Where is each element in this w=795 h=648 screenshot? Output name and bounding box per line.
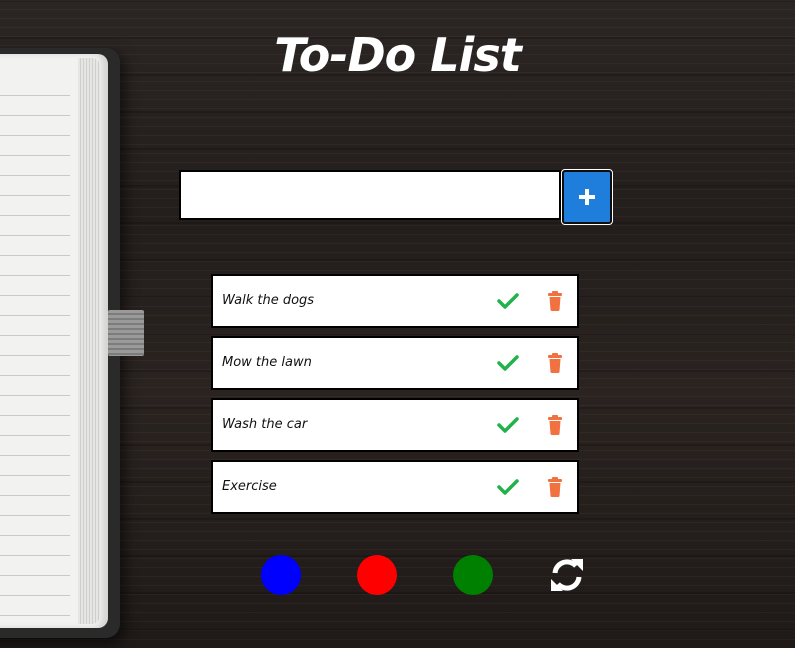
theme-blue-button[interactable]	[261, 555, 301, 595]
notebook-decoration	[0, 48, 144, 638]
notebook-page-edges	[78, 58, 100, 624]
todo-input[interactable]	[179, 170, 561, 220]
todo-item: Mow the lawn	[211, 336, 579, 390]
todo-item: Walk the dogs	[211, 274, 579, 328]
todo-list: Walk the dogs Mow the lawn Wash the car …	[211, 274, 579, 522]
check-icon	[497, 293, 519, 309]
todo-item: Wash the car	[211, 398, 579, 452]
page-title: To-Do List	[274, 28, 521, 82]
theme-red-button[interactable]	[357, 555, 397, 595]
theme-green-button[interactable]	[453, 555, 493, 595]
notebook-elastic-band	[108, 310, 144, 356]
add-todo-form	[179, 170, 613, 224]
check-icon	[497, 417, 519, 433]
trash-icon	[548, 415, 562, 435]
trash-icon	[548, 291, 562, 311]
delete-button[interactable]	[542, 474, 568, 500]
delete-button[interactable]	[542, 412, 568, 438]
notebook-lines	[0, 76, 70, 616]
complete-button[interactable]	[495, 350, 521, 376]
notebook-pages	[0, 54, 108, 628]
complete-button[interactable]	[495, 474, 521, 500]
plus-icon	[579, 189, 595, 205]
todo-text: Walk the dogs	[222, 293, 315, 308]
todo-text: Mow the lawn	[222, 355, 312, 370]
delete-button[interactable]	[542, 350, 568, 376]
complete-button[interactable]	[495, 412, 521, 438]
trash-icon	[548, 477, 562, 497]
trash-icon	[548, 353, 562, 373]
check-icon	[497, 479, 519, 495]
todo-text: Exercise	[222, 479, 277, 494]
todo-item: Exercise	[211, 460, 579, 514]
theme-selector	[0, 555, 795, 595]
complete-button[interactable]	[495, 288, 521, 314]
todo-text: Wash the car	[222, 417, 308, 432]
check-icon	[497, 355, 519, 371]
add-button[interactable]	[562, 170, 612, 224]
refresh-button[interactable]	[547, 555, 587, 595]
refresh-icon	[551, 559, 583, 591]
delete-button[interactable]	[542, 288, 568, 314]
